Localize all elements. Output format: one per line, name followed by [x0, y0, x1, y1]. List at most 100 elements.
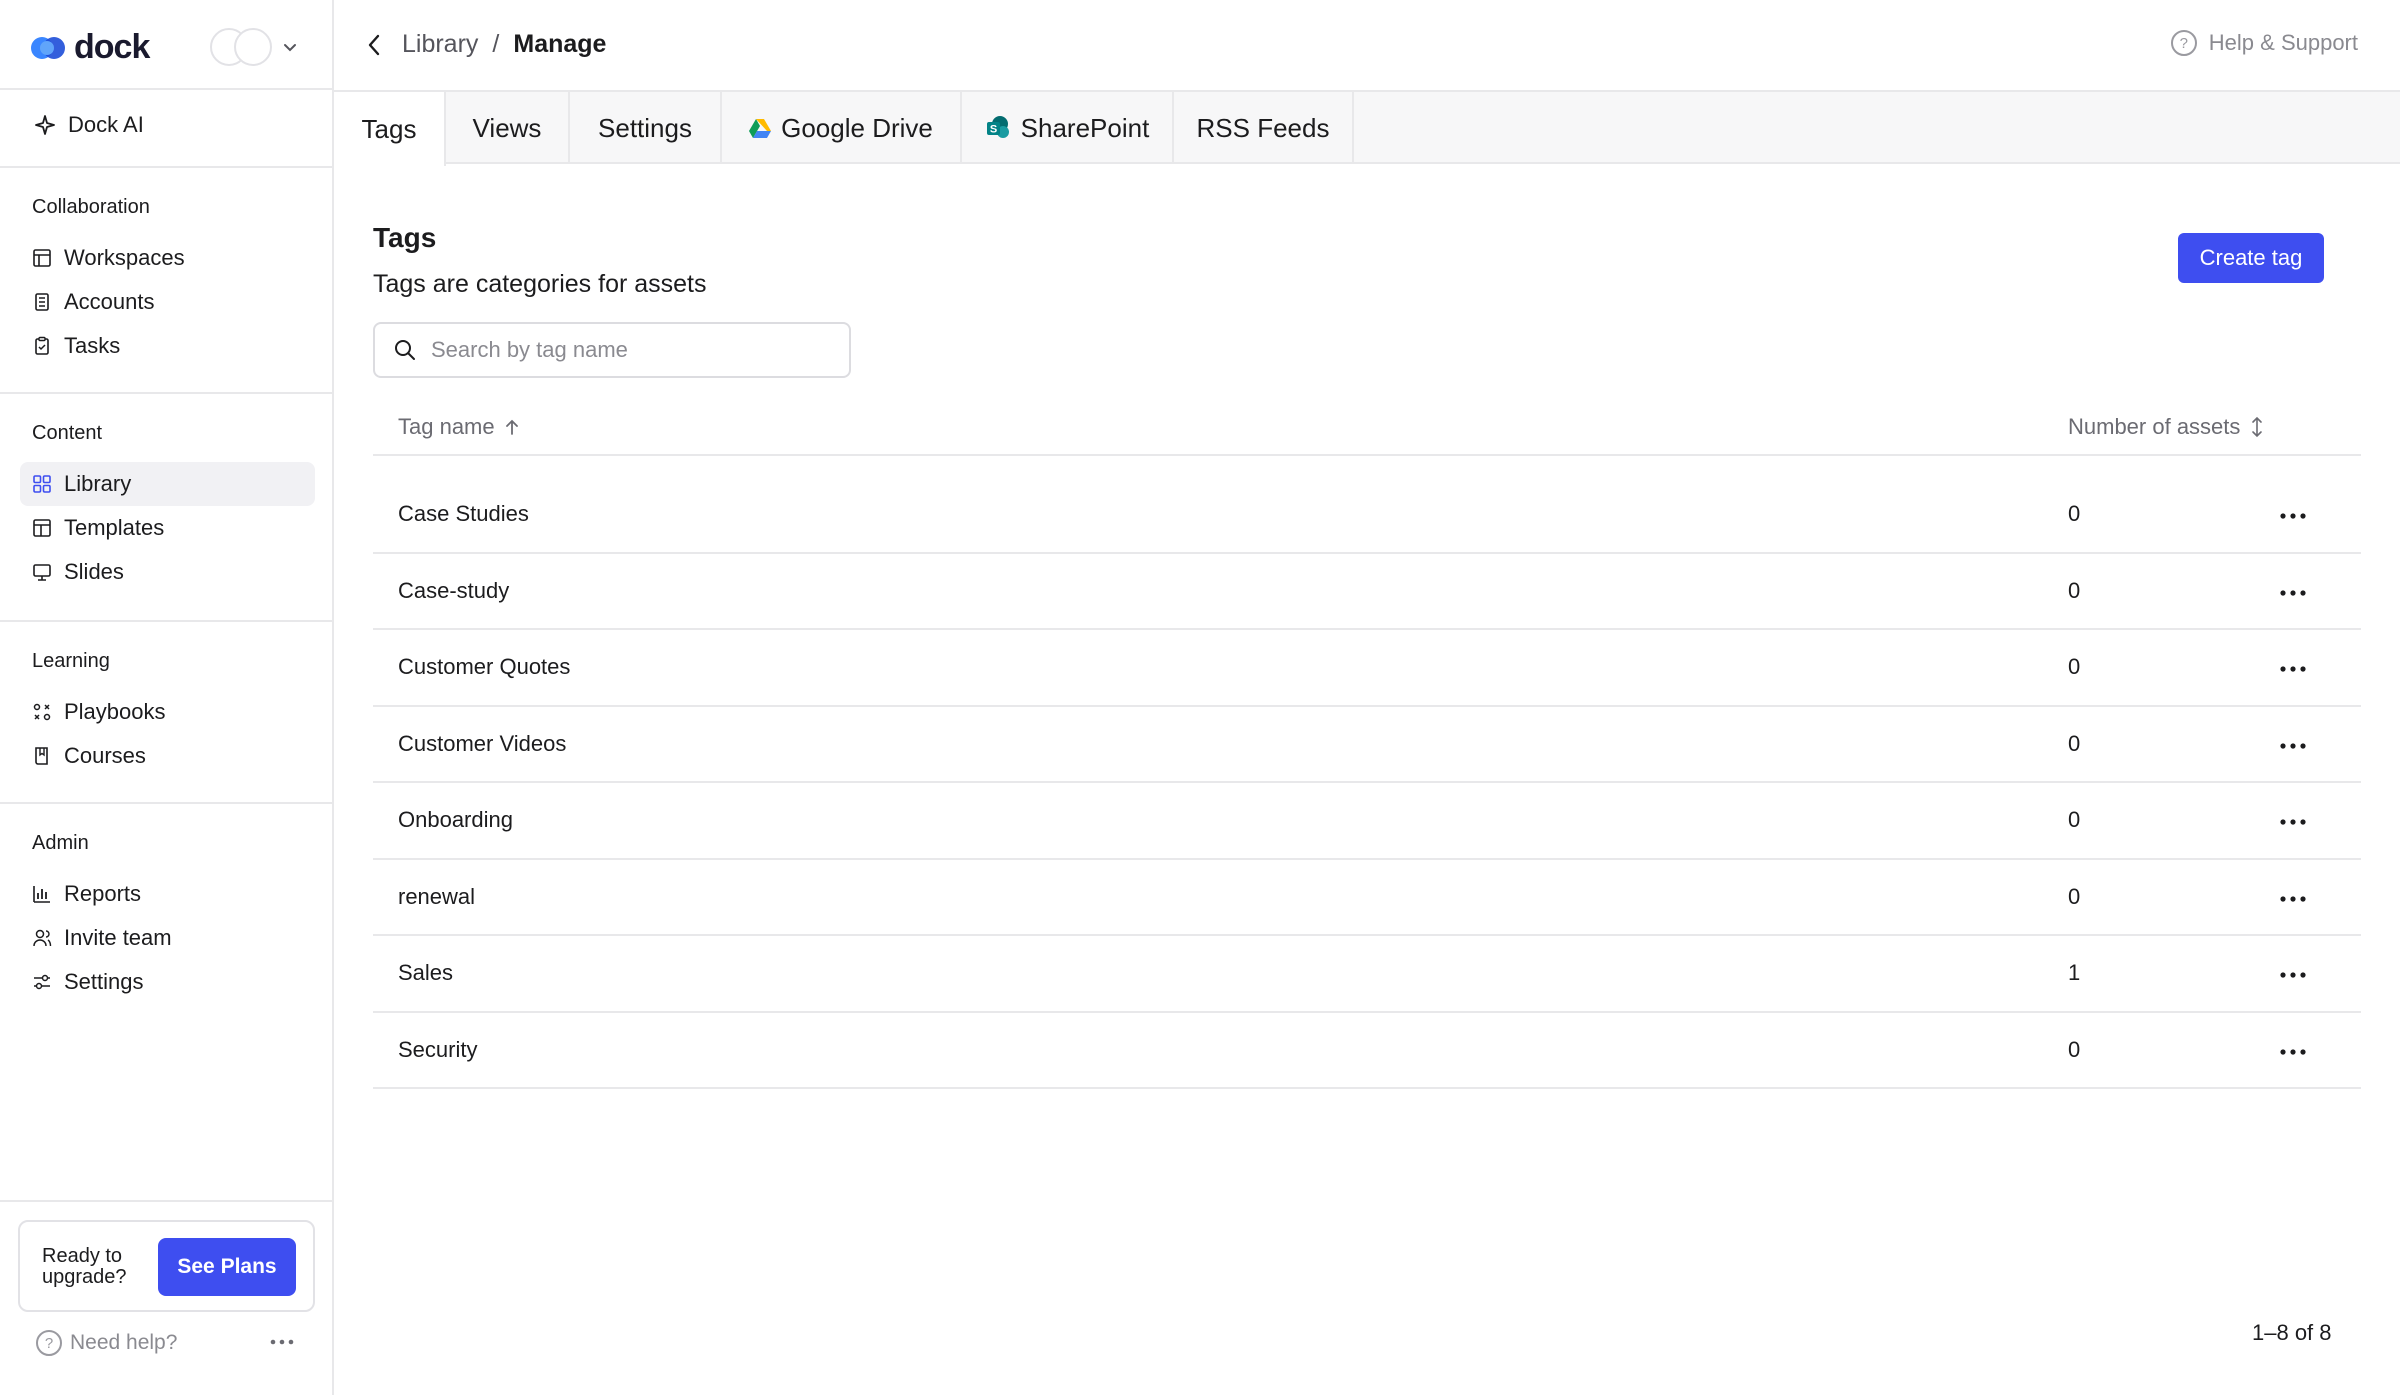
sidebar-item-label: Slides — [64, 559, 124, 584]
table-header: Tag name Number of assets — [373, 400, 2361, 456]
dock-ai-label: Dock AI — [68, 112, 144, 137]
column-header-tag-name[interactable]: Tag name — [398, 414, 519, 440]
breadcrumb-library[interactable]: Library — [402, 30, 478, 59]
asset-count: 0 — [2068, 1036, 2081, 1062]
tab-label: SharePoint — [1020, 112, 1150, 143]
question-icon: ? — [36, 1330, 62, 1356]
asset-count: 0 — [2068, 883, 2081, 909]
tag-name: Security — [398, 1036, 478, 1062]
row-more-icon[interactable] — [2273, 578, 2313, 608]
table-row[interactable]: Sales 1 — [373, 936, 2361, 1013]
table-row[interactable]: Onboarding 0 — [373, 783, 2361, 860]
top-bar: Library / Manage ? Help & Support — [334, 0, 2400, 92]
tasks-icon — [32, 336, 52, 356]
row-more-icon[interactable] — [2273, 1037, 2313, 1067]
dock-logo-icon — [31, 36, 65, 59]
sidebar-item-tasks[interactable]: Tasks — [20, 324, 315, 368]
table-row[interactable]: Security 0 — [373, 1013, 2361, 1089]
sidebar-item-courses[interactable]: Courses — [20, 734, 315, 778]
page-title: Tags — [373, 222, 437, 253]
sidebar-item-label: Invite team — [64, 925, 172, 950]
tag-name: Customer Videos — [398, 730, 567, 756]
chevron-down-icon — [284, 44, 296, 52]
slides-icon — [32, 562, 52, 582]
settings-icon — [32, 972, 52, 992]
workspace-switcher[interactable] — [210, 28, 298, 66]
divider — [0, 392, 332, 394]
table-row[interactable]: Customer Videos 0 — [373, 707, 2361, 783]
sidebar-item-accounts[interactable]: Accounts — [20, 280, 315, 324]
sidebar-item-label: Templates — [64, 515, 165, 540]
help-support-link[interactable]: ? Help & Support — [2170, 30, 2358, 56]
tab-sharepoint[interactable]: S SharePoint — [962, 92, 1174, 164]
table-row[interactable]: Customer Quotes 0 — [373, 630, 2361, 707]
column-header-number-of-assets[interactable]: Number of assets — [2068, 414, 2264, 440]
sort-ascending-icon — [505, 419, 518, 435]
courses-icon — [32, 746, 52, 766]
sidebar-item-label: Tasks — [64, 333, 121, 358]
tab-bar: Tags Views Settings Google Drive S Share… — [334, 92, 2400, 166]
upgrade-card: Ready to upgrade? See Plans — [18, 1220, 315, 1312]
tab-label: Tags — [361, 113, 417, 144]
row-more-icon[interactable] — [2273, 501, 2313, 531]
breadcrumb-current: Manage — [513, 30, 607, 58]
dock-ai-link[interactable]: Dock AI — [34, 112, 144, 138]
search-input[interactable] — [431, 337, 831, 363]
invite-team-icon — [32, 928, 52, 948]
asset-count: 0 — [2068, 577, 2081, 603]
tag-name: Case-study — [398, 577, 510, 603]
back-arrow-icon[interactable] — [364, 32, 384, 58]
sparkle-icon — [35, 115, 55, 135]
table-row[interactable]: Case-study 0 — [373, 554, 2361, 630]
row-more-icon[interactable] — [2273, 807, 2313, 837]
sidebar-item-library[interactable]: Library — [20, 462, 315, 506]
see-plans-button[interactable]: See Plans — [158, 1238, 296, 1296]
divider — [0, 620, 332, 622]
logo-text: dock — [74, 28, 150, 66]
tab-label: Settings — [598, 112, 692, 143]
more-options-icon[interactable] — [268, 1330, 296, 1354]
tab-label: Google Drive — [781, 112, 933, 143]
google-drive-icon — [749, 119, 772, 138]
sidebar-item-slides[interactable]: Slides — [20, 550, 315, 594]
sidebar-item-label: Workspaces — [64, 245, 185, 270]
tab-rss-feeds[interactable]: RSS Feeds — [1174, 92, 1354, 164]
sidebar-item-label: Playbooks — [64, 699, 166, 724]
sidebar-item-reports[interactable]: Reports — [20, 872, 315, 916]
create-tag-button[interactable]: Create tag — [2178, 233, 2324, 283]
sidebar-item-invite-team[interactable]: Invite team — [20, 916, 315, 960]
tab-label: Views — [472, 112, 542, 143]
sidebar-item-templates[interactable]: Templates — [20, 506, 315, 550]
tab-settings[interactable]: Settings — [570, 92, 722, 164]
need-help-link[interactable]: ? Need help? — [36, 1330, 177, 1356]
tab-google-drive[interactable]: Google Drive — [722, 92, 962, 164]
playbooks-icon — [32, 702, 52, 722]
tab-views[interactable]: Views — [446, 92, 570, 164]
tag-name: Sales — [398, 960, 454, 985]
upgrade-text: Ready to upgrade? — [42, 1245, 127, 1288]
search-icon — [395, 340, 415, 360]
row-more-icon[interactable] — [2273, 731, 2313, 761]
row-more-icon[interactable] — [2273, 884, 2313, 914]
row-more-icon[interactable] — [2273, 654, 2313, 684]
tag-name: Onboarding — [398, 807, 513, 832]
help-support-label: Help & Support — [2208, 30, 2358, 55]
accounts-icon — [32, 292, 52, 312]
sidebar-item-label: Courses — [64, 743, 146, 768]
sidebar-item-workspaces[interactable]: Workspaces — [20, 236, 315, 280]
search-box[interactable] — [373, 322, 851, 378]
workspaces-icon — [32, 248, 52, 268]
table-row[interactable]: renewal 0 — [373, 860, 2361, 936]
tag-name: Customer Quotes — [398, 654, 571, 679]
dock-logo[interactable]: dock — [30, 28, 150, 67]
table-row[interactable]: Case Studies 0 — [373, 477, 2361, 554]
sort-icon — [2252, 416, 2263, 438]
sidebar-item-playbooks[interactable]: Playbooks — [20, 690, 315, 734]
section-title-content: Content — [32, 422, 103, 444]
column-header-label: Number of assets — [2068, 414, 2241, 439]
asset-count: 0 — [2068, 501, 2081, 526]
sidebar: dock Dock AI Collaboration Workspaces Ac… — [0, 0, 334, 1395]
row-more-icon[interactable] — [2273, 960, 2313, 990]
sidebar-item-settings[interactable]: Settings — [20, 960, 315, 1004]
tab-tags[interactable]: Tags — [334, 92, 446, 166]
